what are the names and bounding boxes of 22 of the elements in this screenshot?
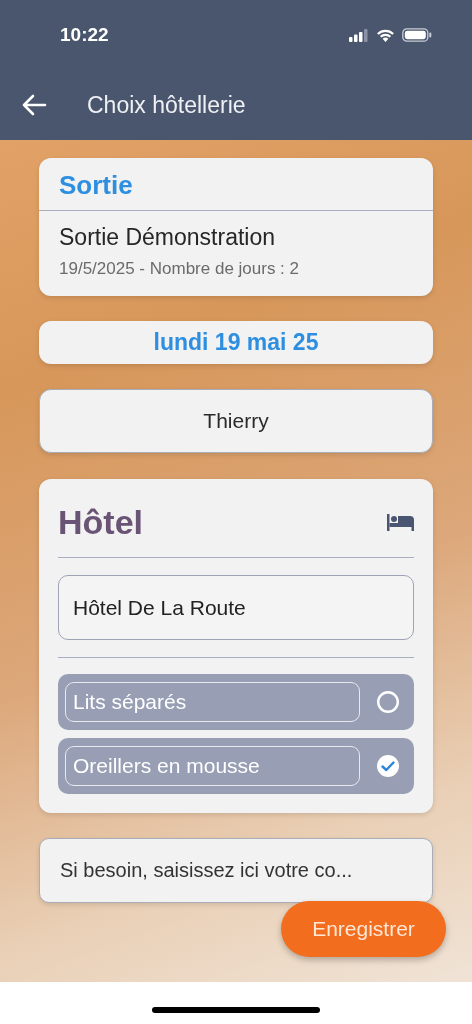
wifi-icon bbox=[376, 28, 395, 42]
outing-heading: Sortie bbox=[58, 170, 134, 202]
screen-title: Choix hôtellerie bbox=[87, 91, 246, 119]
person-selector[interactable]: Thierry bbox=[39, 389, 433, 453]
save-button[interactable]: Enregistrer bbox=[281, 901, 446, 957]
radio-circle-icon[interactable] bbox=[376, 690, 400, 714]
option-label: Lits séparés bbox=[65, 682, 360, 722]
checked-circle-icon[interactable] bbox=[376, 754, 400, 778]
back-arrow-icon[interactable] bbox=[21, 94, 47, 116]
outing-details: 19/5/2025 - Nombre de jours : 2 bbox=[58, 258, 301, 279]
outing-name: Sortie Démonstration bbox=[58, 223, 277, 251]
hotel-name-field[interactable]: Hôtel De La Route bbox=[58, 575, 414, 640]
hotel-heading: Hôtel bbox=[58, 502, 143, 542]
date-label: lundi 19 mai 25 bbox=[39, 321, 433, 364]
status-time: 10:22 bbox=[60, 24, 109, 46]
bed-icon bbox=[387, 513, 414, 531]
option-row[interactable]: Lits séparés bbox=[58, 674, 414, 730]
signal-icon bbox=[349, 28, 369, 42]
battery-icon bbox=[402, 28, 432, 42]
option-row[interactable]: Oreillers en mousse bbox=[58, 738, 414, 794]
comment-field[interactable]: Si besoin, saisissez ici votre co... bbox=[39, 838, 433, 903]
option-label: Oreillers en mousse bbox=[65, 746, 360, 786]
